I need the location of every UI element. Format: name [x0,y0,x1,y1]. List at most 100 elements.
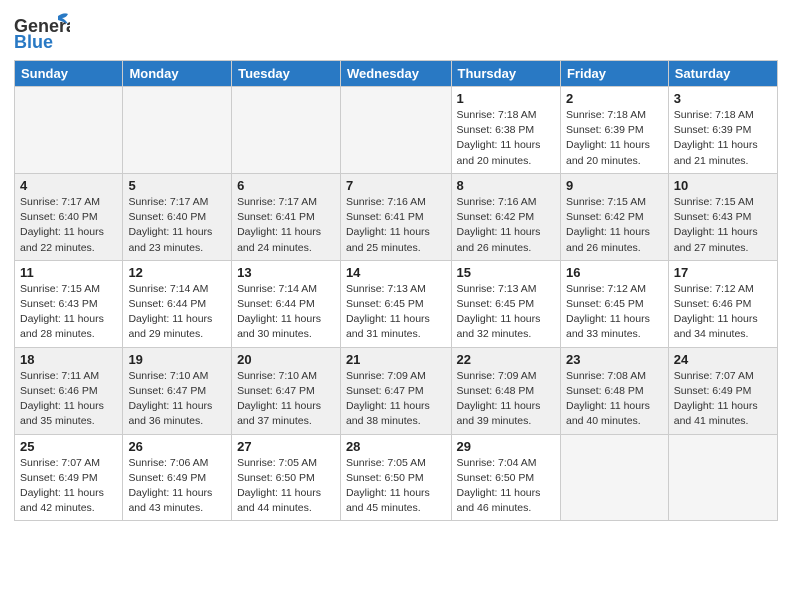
day-number: 11 [20,265,117,280]
day-number: 29 [457,439,555,454]
day-header-sunday: Sunday [15,61,123,87]
calendar-cell: 12Sunrise: 7:14 AMSunset: 6:44 PMDayligh… [123,260,232,347]
logo-icon: General Blue [14,10,70,54]
day-info: Sunrise: 7:15 AMSunset: 6:42 PMDaylight:… [566,195,663,256]
calendar-cell: 4Sunrise: 7:17 AMSunset: 6:40 PMDaylight… [15,173,123,260]
day-info: Sunrise: 7:10 AMSunset: 6:47 PMDaylight:… [128,369,226,430]
calendar-cell: 17 Sunrise: 7:12 AMSunset: 6:46 PMDayligh… [668,260,777,347]
day-info: Sunrise: 7:12 AMSunset: 6:46 PMDaylight:… [674,282,772,343]
day-header-saturday: Saturday [668,61,777,87]
day-info: Sunrise: 7:09 AMSunset: 6:48 PMDaylight:… [457,369,555,430]
day-info: Sunrise: 7:11 AMSunset: 6:46 PMDaylight:… [20,369,117,430]
calendar-cell: 26 Sunrise: 7:06 AMSunset: 6:49 PMDayligh… [123,434,232,521]
calendar-cell: 13 Sunrise: 7:14 AMSunset: 6:44 PMDayligh… [232,260,341,347]
day-number: 13 [237,265,335,280]
day-header-thursday: Thursday [451,61,560,87]
day-info: Sunrise: 7:13 AMSunset: 6:45 PMDaylight:… [346,282,446,343]
day-number: 22 [457,352,555,367]
day-info: Sunrise: 7:16 AMSunset: 6:41 PMDaylight:… [346,195,446,256]
calendar-cell: 3 Sunrise: 7:18 AMSunset: 6:39 PMDaylight… [668,87,777,174]
day-number: 20 [237,352,335,367]
calendar-cell: 20 Sunrise: 7:10 AMSunset: 6:47 PMDayligh… [232,347,341,434]
day-info: Sunrise: 7:13 AMSunset: 6:45 PMDaylight:… [457,282,555,343]
calendar-cell: 15Sunrise: 7:13 AMSunset: 6:45 PMDayligh… [451,260,560,347]
day-number: 19 [128,352,226,367]
page: General Blue SundayMondayTuesdayWednesda… [0,0,792,531]
calendar-cell: 2 Sunrise: 7:18 AMSunset: 6:39 PMDaylight… [560,87,668,174]
calendar-cell: 8 Sunrise: 7:16 AMSunset: 6:42 PMDaylight… [451,173,560,260]
calendar-cell: 14Sunrise: 7:13 AMSunset: 6:45 PMDayligh… [340,260,451,347]
calendar-cell: 16 Sunrise: 7:12 AMSunset: 6:45 PMDayligh… [560,260,668,347]
day-number: 18 [20,352,117,367]
day-number: 3 [674,91,772,106]
calendar-cell: 28 Sunrise: 7:05 AMSunset: 6:50 PMDayligh… [340,434,451,521]
day-info: Sunrise: 7:08 AMSunset: 6:48 PMDaylight:… [566,369,663,430]
day-header-monday: Monday [123,61,232,87]
calendar-cell: 10 Sunrise: 7:15 AMSunset: 6:43 PMDayligh… [668,173,777,260]
calendar-cell: 11 Sunrise: 7:15 AMSunset: 6:43 PMDayligh… [15,260,123,347]
day-info: Sunrise: 7:18 AMSunset: 6:38 PMDaylight:… [457,108,555,169]
day-number: 2 [566,91,663,106]
day-number: 6 [237,178,335,193]
calendar-cell: 9 Sunrise: 7:15 AMSunset: 6:42 PMDaylight… [560,173,668,260]
calendar-table: SundayMondayTuesdayWednesdayThursdayFrid… [14,60,778,521]
calendar-week-4: 18 Sunrise: 7:11 AMSunset: 6:46 PMDayligh… [15,347,778,434]
day-number: 27 [237,439,335,454]
calendar-cell: 7 Sunrise: 7:16 AMSunset: 6:41 PMDaylight… [340,173,451,260]
day-number: 4 [20,178,117,193]
day-info: Sunrise: 7:16 AMSunset: 6:42 PMDaylight:… [457,195,555,256]
day-number: 9 [566,178,663,193]
day-number: 24 [674,352,772,367]
calendar-cell: 24 Sunrise: 7:07 AMSunset: 6:49 PMDayligh… [668,347,777,434]
day-number: 7 [346,178,446,193]
day-info: Sunrise: 7:17 AMSunset: 6:40 PMDaylight:… [128,195,226,256]
calendar-week-5: 25Sunrise: 7:07 AMSunset: 6:49 PMDayligh… [15,434,778,521]
day-number: 1 [457,91,555,106]
day-number: 10 [674,178,772,193]
calendar-cell: 22 Sunrise: 7:09 AMSunset: 6:48 PMDayligh… [451,347,560,434]
header: General Blue [14,10,778,54]
calendar-cell: 29 Sunrise: 7:04 AMSunset: 6:50 PMDayligh… [451,434,560,521]
svg-text:Blue: Blue [14,32,53,52]
day-info: Sunrise: 7:04 AMSunset: 6:50 PMDaylight:… [457,456,555,517]
day-info: Sunrise: 7:05 AMSunset: 6:50 PMDaylight:… [346,456,446,517]
calendar-cell: 1 Sunrise: 7:18 AMSunset: 6:38 PMDaylight… [451,87,560,174]
day-info: Sunrise: 7:05 AMSunset: 6:50 PMDaylight:… [237,456,335,517]
day-info: Sunrise: 7:07 AMSunset: 6:49 PMDaylight:… [674,369,772,430]
calendar-cell: 27 Sunrise: 7:05 AMSunset: 6:50 PMDayligh… [232,434,341,521]
calendar-cell [668,434,777,521]
calendar-week-3: 11 Sunrise: 7:15 AMSunset: 6:43 PMDayligh… [15,260,778,347]
day-info: Sunrise: 7:12 AMSunset: 6:45 PMDaylight:… [566,282,663,343]
day-info: Sunrise: 7:14 AMSunset: 6:44 PMDaylight:… [237,282,335,343]
day-number: 23 [566,352,663,367]
day-number: 21 [346,352,446,367]
day-number: 16 [566,265,663,280]
day-number: 28 [346,439,446,454]
calendar-cell [232,87,341,174]
calendar-week-2: 4 Sunrise: 7:17 AMSunset: 6:40 PMDaylight… [15,173,778,260]
day-header-wednesday: Wednesday [340,61,451,87]
calendar-cell [123,87,232,174]
calendar-cell [15,87,123,174]
calendar-cell [340,87,451,174]
logo: General Blue [14,10,70,54]
day-info: Sunrise: 7:17 AMSunset: 6:41 PMDaylight:… [237,195,335,256]
day-number: 12 [128,265,226,280]
day-number: 26 [128,439,226,454]
day-number: 5 [128,178,226,193]
day-info: Sunrise: 7:10 AMSunset: 6:47 PMDaylight:… [237,369,335,430]
calendar-cell [560,434,668,521]
day-info: Sunrise: 7:15 AMSunset: 6:43 PMDaylight:… [674,195,772,256]
calendar-week-1: 1 Sunrise: 7:18 AMSunset: 6:38 PMDaylight… [15,87,778,174]
calendar-cell: 23 Sunrise: 7:08 AMSunset: 6:48 PMDayligh… [560,347,668,434]
calendar-cell: 18 Sunrise: 7:11 AMSunset: 6:46 PMDayligh… [15,347,123,434]
day-info: Sunrise: 7:18 AMSunset: 6:39 PMDaylight:… [674,108,772,169]
day-info: Sunrise: 7:15 AMSunset: 6:43 PMDaylight:… [20,282,117,343]
day-info: Sunrise: 7:18 AMSunset: 6:39 PMDaylight:… [566,108,663,169]
day-number: 17 [674,265,772,280]
day-info: Sunrise: 7:09 AMSunset: 6:47 PMDaylight:… [346,369,446,430]
day-info: Sunrise: 7:06 AMSunset: 6:49 PMDaylight:… [128,456,226,517]
day-number: 8 [457,178,555,193]
day-header-friday: Friday [560,61,668,87]
calendar-header-row: SundayMondayTuesdayWednesdayThursdayFrid… [15,61,778,87]
